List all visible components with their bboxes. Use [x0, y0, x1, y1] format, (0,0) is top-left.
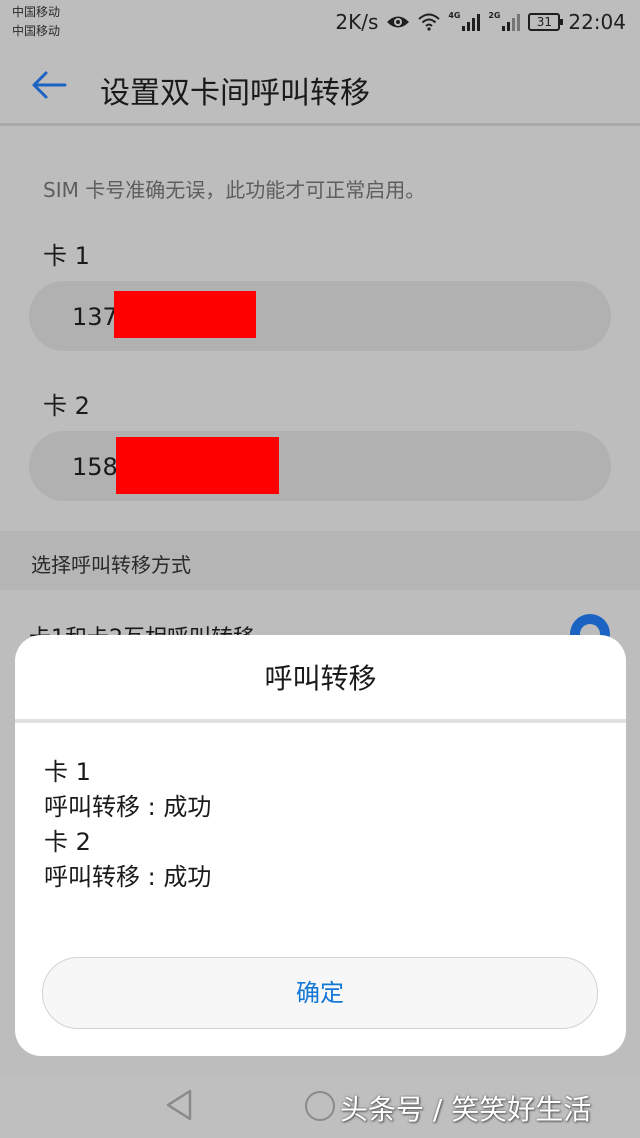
- card2-number: 158: [72, 453, 118, 481]
- triangle-back-icon: [166, 1089, 192, 1121]
- page-title: 设置双卡间呼叫转移: [100, 76, 370, 111]
- status-bar: 中国移动 中国移动 2K/s 4G 2G 31 22:04: [0, 0, 640, 44]
- carrier-2: 中国移动: [12, 24, 61, 38]
- card2-number-field[interactable]: 158: [29, 431, 611, 501]
- eye-icon: [387, 16, 410, 28]
- dialog-line: 卡 1: [44, 758, 91, 786]
- nav-back-button[interactable]: [164, 1088, 194, 1126]
- section-header: 选择呼叫转移方式: [0, 531, 640, 590]
- battery-icon: 31: [528, 13, 564, 31]
- ok-button[interactable]: 确定: [42, 957, 598, 1029]
- back-button[interactable]: [22, 62, 76, 108]
- dialog-divider: [15, 719, 626, 723]
- watermark: 头条号 / 笑笑好生活: [340, 1093, 592, 1126]
- dialog-message: 卡 1 呼叫转移 : 成功 卡 2 呼叫转移 : 成功: [44, 757, 211, 897]
- card2-label: 卡 2: [43, 392, 90, 420]
- hint-text: SIM 卡号准确无误，此功能才可正常启用。: [43, 178, 426, 202]
- arrow-left-icon: [32, 71, 67, 99]
- dialog-line: 呼叫转移 : 成功: [44, 793, 212, 821]
- dialog-line: 呼叫转移 : 成功: [44, 863, 212, 891]
- carrier-1: 中国移动: [12, 5, 61, 19]
- network-speed: 2K/s: [335, 10, 379, 34]
- signal-tag-4g: 4G: [448, 11, 461, 20]
- nav-home-button[interactable]: [305, 1091, 335, 1121]
- dialog-line: 卡 2: [44, 828, 91, 856]
- wifi-icon: [418, 13, 441, 31]
- card1-label: 卡 1: [43, 242, 90, 270]
- clock: 22:04: [568, 10, 626, 34]
- call-forward-dialog: 呼叫转移 卡 1 呼叫转移 : 成功 卡 2 呼叫转移 : 成功 确定: [15, 635, 626, 1056]
- card1-number-field[interactable]: 137: [29, 281, 611, 351]
- section-title: 选择呼叫转移方式: [31, 553, 191, 577]
- dialog-title: 呼叫转移: [264, 662, 377, 695]
- redaction-block: [114, 291, 256, 338]
- status-icons: 2K/s 4G 2G 31 22:04: [335, 8, 626, 36]
- card1-number: 137: [72, 303, 118, 331]
- signal-icon: 2G: [488, 11, 521, 31]
- navigation-bar: 头条号 / 笑笑好生活: [0, 1074, 640, 1138]
- app-bar: 设置双卡间呼叫转移: [0, 44, 640, 126]
- signal-tag-2g: 2G: [488, 11, 501, 20]
- redaction-block: [116, 437, 279, 494]
- signal-icon: 4G: [448, 11, 481, 31]
